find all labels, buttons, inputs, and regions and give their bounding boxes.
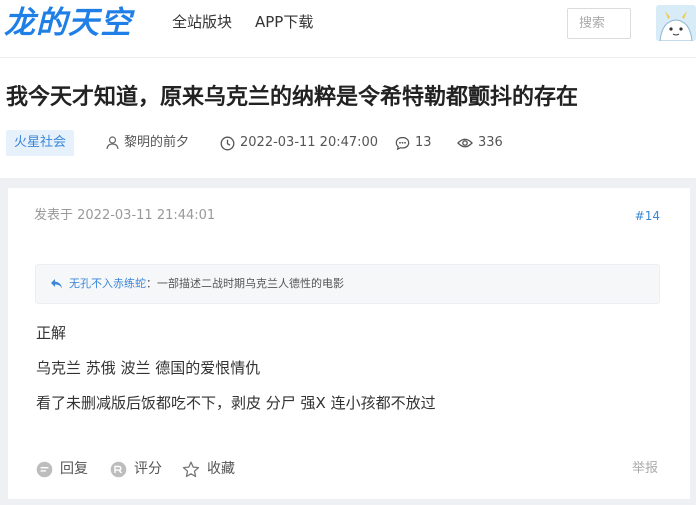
comment-icon [395,136,410,150]
post-floor-number[interactable]: #14 [635,207,660,225]
reply-icon [36,461,53,477]
forum-tag[interactable]: 火星社会 [6,130,75,156]
report-button[interactable]: 举报 [632,459,658,479]
author-name: 黎明的前夕 [124,135,190,150]
quote-user[interactable]: 无孔不入赤练蛇 [69,265,146,303]
search-input[interactable]: 搜索 [567,8,631,39]
quote-text: ：一部描述二战时期乌克兰人德性的电影 [146,277,344,290]
favorite-button[interactable]: 收藏 [182,459,235,479]
view-count: 336 [457,134,503,152]
reply-button[interactable]: 回复 [36,459,88,479]
favorite-label: 收藏 [207,461,235,477]
rate-icon [110,461,127,477]
post-date: 发表于 2022-03-11 21:44:01 [34,208,216,223]
reply-label: 回复 [60,461,88,477]
rate-label: 评分 [134,461,162,477]
reply-post: 发表于 2022-03-11 21:44:01 #14 无孔不入赤练蛇 ：一部描… [8,188,690,499]
reply-arrow-icon [51,279,62,289]
star-icon [182,461,200,477]
time-text: 2022-03-11 20:47:00 [240,135,379,150]
nav-all-forums[interactable]: 全站版块 [172,12,232,32]
clock-icon [220,136,235,150]
site-logo[interactable]: 龙的天空 [4,5,132,41]
comment-count-text: 13 [415,135,432,150]
post-content-line: 正解 [36,324,67,342]
post-content-line: 看了未删减版后饭都吃不下，剥皮 分尸 强X 连小孩都不放过 [36,394,436,412]
thread-title: 我今天才知道，原来乌克兰的纳粹是令希特勒都颤抖的存在 [6,85,579,110]
top-navbar: 龙的天空 全站版块 APP下载 搜索 [0,0,696,58]
eye-icon [457,138,473,148]
thread-header: 我今天才知道，原来乌克兰的纳粹是令希特勒都颤抖的存在 火星社会 黎明的前夕 20… [0,58,696,178]
avatar-icon [656,5,696,41]
user-avatar[interactable] [656,5,696,41]
view-count-text: 336 [478,135,503,150]
quote-block[interactable]: 无孔不入赤练蛇 ：一部描述二战时期乌克兰人德性的电影 [35,264,660,304]
thread-time: 2022-03-11 20:47:00 [220,134,378,152]
rate-button[interactable]: 评分 [110,459,162,479]
user-icon [106,136,119,150]
thread-author[interactable]: 黎明的前夕 [106,134,189,152]
nav-app-download[interactable]: APP下载 [255,12,313,32]
comment-count: 13 [395,134,432,152]
post-content-line: 乌克兰 苏俄 波兰 德国的爱恨情仇 [36,359,261,377]
